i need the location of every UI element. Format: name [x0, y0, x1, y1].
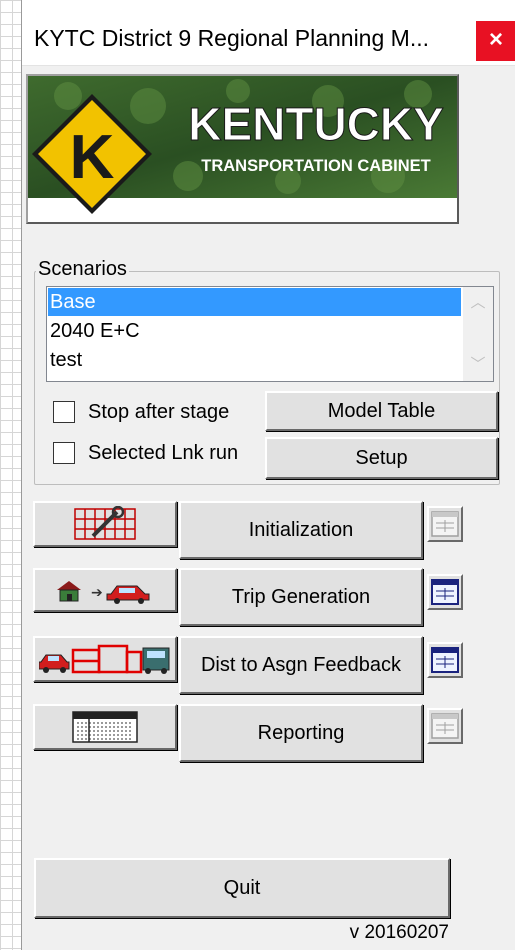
- reporting-button[interactable]: Reporting: [179, 704, 423, 762]
- setup-button[interactable]: Setup: [265, 437, 498, 479]
- stop-after-stage-checkbox[interactable]: [53, 401, 75, 423]
- dist-to-asgn-feedback-status[interactable]: [427, 642, 463, 678]
- dist-to-asgn-feedback-button[interactable]: Dist to Asgn Feedback: [179, 636, 423, 694]
- table-icon: [431, 579, 459, 605]
- table-icon: [431, 647, 459, 673]
- version-label: v 20160207: [349, 922, 449, 943]
- title-bar[interactable]: KYTC District 9 Regional Planning M... ×: [22, 0, 515, 66]
- list-item[interactable]: test: [48, 346, 461, 374]
- app-window: KYTC District 9 Regional Planning M... ×: [21, 0, 515, 950]
- window-title: KYTC District 9 Regional Planning M...: [34, 25, 429, 51]
- model-table-button[interactable]: Model Table: [265, 391, 498, 431]
- initialization-icon-button[interactable]: [33, 501, 177, 547]
- car-zones-truck-icon: [39, 644, 170, 674]
- initialization-button[interactable]: Initialization: [179, 501, 423, 559]
- trip-generation-button[interactable]: Trip Generation: [179, 568, 423, 626]
- list-scrollbar[interactable]: ︿ ﹀: [463, 287, 493, 381]
- reporting-icon-button[interactable]: [33, 704, 177, 750]
- stop-after-stage-label: Stop after stage: [88, 401, 230, 423]
- table-icon: [431, 511, 459, 537]
- list-item[interactable]: Base: [48, 288, 461, 316]
- brand-name: KENTUCKY: [188, 98, 444, 150]
- dist-to-asgn-feedback-icon-button[interactable]: [33, 636, 177, 682]
- table-icon: [431, 713, 459, 739]
- trip-generation-icon-button[interactable]: ➔: [33, 568, 177, 612]
- kytc-logo: K KENTUCKY TRANSPORTATION CABINET: [28, 76, 457, 222]
- scroll-down-icon[interactable]: ﹀: [463, 351, 493, 379]
- svg-text:➔: ➔: [91, 585, 103, 601]
- close-button[interactable]: ×: [476, 21, 515, 61]
- list-item[interactable]: 2040 E+C: [48, 317, 461, 345]
- initialization-status[interactable]: [427, 506, 463, 542]
- trip-generation-status[interactable]: [427, 574, 463, 610]
- reporting-status[interactable]: [427, 708, 463, 744]
- scenario-listbox[interactable]: Base 2040 E+C test ︿ ﹀: [46, 286, 494, 382]
- scenarios-group-label: Scenarios: [36, 258, 129, 281]
- logo-panel: K KENTUCKY TRANSPORTATION CABINET: [26, 74, 459, 224]
- house-to-car-icon: ➔: [57, 581, 150, 604]
- report-grid-icon: [72, 711, 138, 743]
- network-wrench-icon: [74, 506, 136, 540]
- selected-lnk-run-label: Selected Lnk run: [88, 442, 239, 464]
- quit-button[interactable]: Quit: [34, 858, 450, 918]
- svg-text:K: K: [70, 123, 115, 192]
- close-icon: ×: [488, 26, 503, 53]
- scroll-up-icon[interactable]: ︿: [463, 289, 493, 317]
- selected-lnk-run-checkbox[interactable]: [53, 442, 75, 464]
- brand-subtitle: TRANSPORTATION CABINET: [201, 157, 430, 175]
